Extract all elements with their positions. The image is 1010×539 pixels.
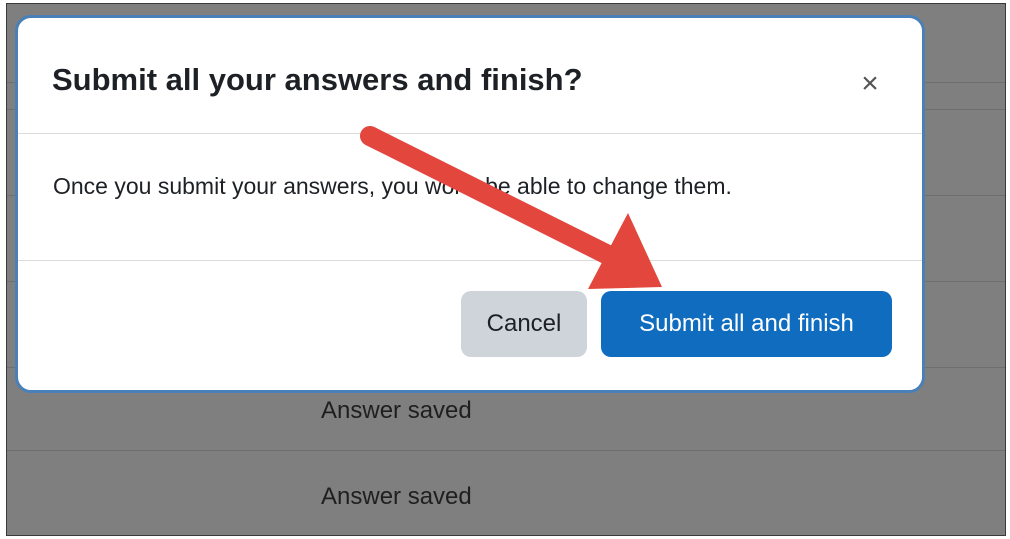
cancel-button[interactable]: Cancel [461,291,587,357]
submit-confirm-dialog: Submit all your answers and finish? × On… [15,15,925,393]
close-icon: × [861,67,879,100]
close-button[interactable]: × [852,66,888,102]
row-divider [7,450,1005,451]
answer-status: Answer saved [321,397,472,424]
submit-all-and-finish-button[interactable]: Submit all and finish [601,291,892,357]
header-divider [18,133,922,134]
dialog-message: Once you submit your answers, you won’t … [53,173,732,199]
dialog-header: Submit all your answers and finish? × [18,18,922,133]
footer-divider [18,260,922,261]
answer-status: Answer saved [321,483,472,510]
dialog-title: Submit all your answers and finish? [52,62,583,97]
